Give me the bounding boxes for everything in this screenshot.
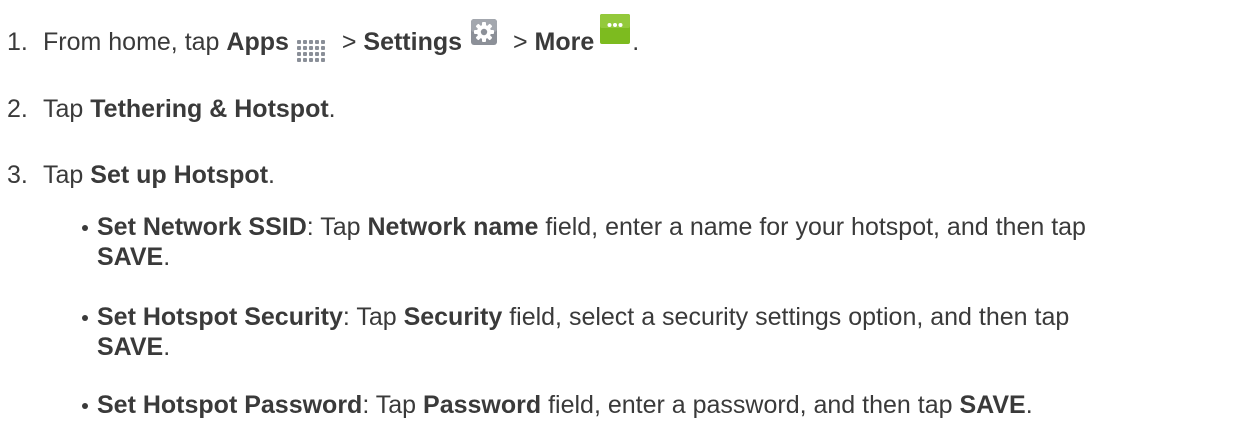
more-label: More <box>534 28 595 56</box>
more-dots-icon <box>600 14 631 44</box>
save-label: SAVE <box>97 243 164 271</box>
separator: > <box>506 28 535 56</box>
settings-label: Settings <box>363 28 463 56</box>
apps-grid-icon <box>296 40 329 68</box>
field-name: Password <box>423 391 542 419</box>
bullet-title: Set Hotspot Password <box>97 391 363 419</box>
settings-gear-icon <box>471 19 498 45</box>
bullet-text-part: field, enter a name for your hotspot, an… <box>538 213 1086 241</box>
field-name: Network name <box>367 213 539 241</box>
bullet-hotspot-security: Set Hotspot Security: Tap Security field… <box>76 302 1236 362</box>
step-number: 1. <box>7 28 28 56</box>
step-number: 3. <box>7 161 28 189</box>
bullet-dot <box>82 315 88 321</box>
bullet-text-part: : Tap <box>362 391 424 419</box>
bullet-text-part: : Tap <box>342 303 404 331</box>
set-up-hotspot-label: Set up Hotspot <box>90 161 269 189</box>
bullet-dot <box>82 225 88 231</box>
period: . <box>163 333 171 361</box>
step-text: Tap <box>43 95 91 123</box>
step-1: 1. From home, tap Apps > Settings > More … <box>7 14 639 68</box>
apps-label: Apps <box>226 28 289 56</box>
period: . <box>632 28 640 56</box>
bullet-text: Set Network SSID: Tap Network name field… <box>97 212 1236 272</box>
tethering-hotspot-label: Tethering & Hotspot <box>90 95 329 123</box>
bullet-network-ssid: Set Network SSID: Tap Network name field… <box>76 212 1236 272</box>
bullet-text-part: field, select a security settings option… <box>502 303 1070 331</box>
field-name: Security <box>403 303 503 331</box>
bullet-title: Set Network SSID <box>97 213 307 241</box>
bullet-text-part: : Tap <box>306 213 368 241</box>
separator: > <box>334 28 364 56</box>
step-number: 2. <box>7 95 28 123</box>
step-2: 2. Tap Tethering & Hotspot. <box>7 94 336 124</box>
step-text: Tap <box>43 161 91 189</box>
period: . <box>1025 391 1033 419</box>
bullet-hotspot-password: Set Hotspot Password: Tap Password field… <box>76 390 1236 420</box>
period: . <box>328 95 336 123</box>
period: . <box>163 243 171 271</box>
save-label: SAVE <box>97 333 164 361</box>
bullet-text: Set Hotspot Password: Tap Password field… <box>97 390 1236 420</box>
bullet-text: Set Hotspot Security: Tap Security field… <box>97 302 1236 362</box>
step-text: From home, tap <box>43 28 227 56</box>
period: . <box>268 161 275 189</box>
save-label: SAVE <box>959 391 1026 419</box>
bullet-title: Set Hotspot Security <box>97 303 343 331</box>
bullet-dot <box>82 403 88 409</box>
bullet-text-part: field, enter a password, and then tap <box>541 391 960 419</box>
step-3: 3. Tap Set up Hotspot. <box>7 160 275 190</box>
